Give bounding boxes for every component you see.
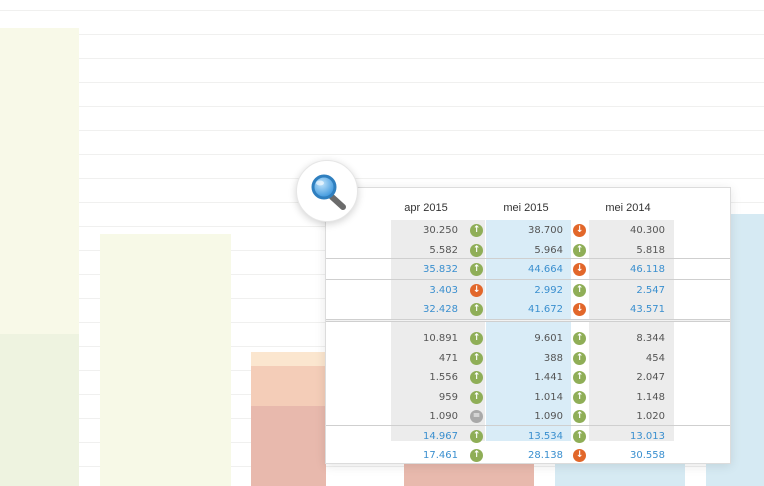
table-row: 3.403 2.992 2.547 ↓ ↑ (326, 281, 730, 301)
value-cell: 9.601 (534, 333, 563, 344)
table-row: 14.967 13.534 13.013 ↑ ↑ (326, 427, 730, 447)
trend-up-icon: ↑ (470, 224, 483, 237)
value-cell: 3.403 (429, 284, 458, 296)
value-cell: 13.534 (528, 430, 563, 442)
trend-up-icon: ↑ (470, 263, 483, 276)
value-cell: 959 (438, 391, 458, 403)
column-header-mei-2014: mei 2014 (605, 202, 651, 214)
trend-up-icon: ↑ (573, 283, 586, 297)
column-header-mei-2015: mei 2015 (503, 202, 549, 214)
chart-bar (0, 28, 79, 334)
value-cell: 2.547 (636, 284, 665, 296)
chart-bar (251, 406, 326, 486)
value-cell: 46.118 (630, 264, 665, 275)
trend-up-icon: ↑ (470, 243, 483, 257)
value-cell: 14.967 (423, 430, 458, 442)
value-cell: 5.582 (429, 244, 458, 256)
trend-up-icon: ↑ (573, 371, 586, 384)
trend-up-icon: ↑ (573, 429, 586, 443)
value-cell: 35.832 (423, 264, 458, 275)
value-cell: 17.461 (423, 450, 458, 461)
grid-line (0, 130, 764, 131)
value-cell: 1.090 (534, 411, 563, 422)
table-row: 10.891 9.601 8.344 ↑ ↑ (326, 329, 730, 349)
value-cell: 30.250 (423, 225, 458, 236)
trend-down-icon: ↓ (573, 449, 586, 462)
chart-bar (100, 234, 231, 486)
grid-line (0, 178, 764, 179)
value-cell: 13.013 (630, 430, 665, 442)
trend-up-icon: ↑ (573, 390, 586, 404)
value-cell: 1.020 (636, 411, 665, 422)
value-cell: 10.891 (423, 333, 458, 344)
value-cell: 1.441 (534, 372, 563, 383)
value-cell: 5.964 (534, 244, 563, 256)
trend-up-icon: ↑ (470, 303, 483, 316)
value-cell: 454 (645, 352, 665, 364)
value-cell: 30.558 (630, 450, 665, 461)
value-cell: 40.300 (630, 225, 665, 236)
value-cell: 1.556 (429, 372, 458, 383)
value-cell: 5.818 (636, 244, 665, 256)
trend-up-icon: ↑ (573, 243, 586, 257)
trend-down-icon: ↓ (573, 263, 586, 276)
table-row: 959 1.014 1.148 ↑ ↑ (326, 388, 730, 408)
grid-line (0, 10, 764, 11)
table-row: 471 388 454 ↑ ↑ (326, 349, 730, 369)
grid-line (0, 34, 764, 35)
table-row: 1.556 1.441 2.047 ↑ ↑ (326, 368, 730, 388)
value-cell: 32.428 (423, 304, 458, 315)
trend-up-icon: ↑ (470, 351, 483, 365)
trend-equal-icon: = (470, 410, 483, 423)
grid-line (0, 58, 764, 59)
table-row: 35.832 44.664 46.118 ↑ ↓ (326, 260, 730, 280)
trend-down-icon: ↓ (573, 224, 586, 237)
value-cell: 38.700 (528, 225, 563, 236)
chart-bar (0, 334, 79, 486)
value-cell: 388 (543, 352, 563, 364)
zoom-button[interactable] (296, 160, 358, 222)
value-cell: 8.344 (636, 333, 665, 344)
chart-bar (251, 352, 326, 366)
trend-up-icon: ↑ (573, 351, 586, 365)
table-row: 5.582 5.964 5.818 ↑ ↑ (326, 241, 730, 261)
value-cell: 2.047 (636, 372, 665, 383)
table-row: 17.461 28.138 30.558 ↑ ↓ (326, 446, 730, 466)
trend-down-icon: ↓ (470, 283, 483, 297)
value-cell: 1.014 (534, 391, 563, 403)
table-row: 32.428 41.672 43.571 ↑ ↓ (326, 300, 730, 320)
trend-up-icon: ↑ (470, 390, 483, 404)
value-cell: 43.571 (630, 304, 665, 315)
comparison-table-panel: apr 2015 mei 2015 mei 2014 30.250 38.700 4… (325, 187, 731, 464)
grid-line (0, 106, 764, 107)
value-cell: 44.664 (528, 264, 563, 275)
trend-up-icon: ↑ (470, 429, 483, 443)
chart-bar (251, 366, 326, 406)
grid-line (0, 82, 764, 83)
value-cell: 28.138 (528, 450, 563, 461)
value-cell: 471 (438, 352, 458, 364)
trend-down-icon: ↓ (573, 303, 586, 316)
table-row: 30.250 38.700 40.300 ↑ ↓ (326, 221, 730, 241)
value-cell: 2.992 (534, 284, 563, 296)
value-cell: 41.672 (528, 304, 563, 315)
trend-up-icon: ↑ (470, 449, 483, 462)
trend-up-icon: ↑ (573, 410, 586, 423)
trend-up-icon: ↑ (573, 332, 586, 345)
magnifier-icon (311, 174, 346, 210)
column-header-apr-2015: apr 2015 (404, 202, 448, 214)
trend-up-icon: ↑ (470, 371, 483, 384)
table-row: 1.090 1.090 1.020 = ↑ (326, 407, 730, 427)
grid-line (0, 154, 764, 155)
trend-up-icon: ↑ (470, 332, 483, 345)
value-cell: 1.148 (636, 391, 665, 403)
value-cell: 1.090 (429, 411, 458, 422)
